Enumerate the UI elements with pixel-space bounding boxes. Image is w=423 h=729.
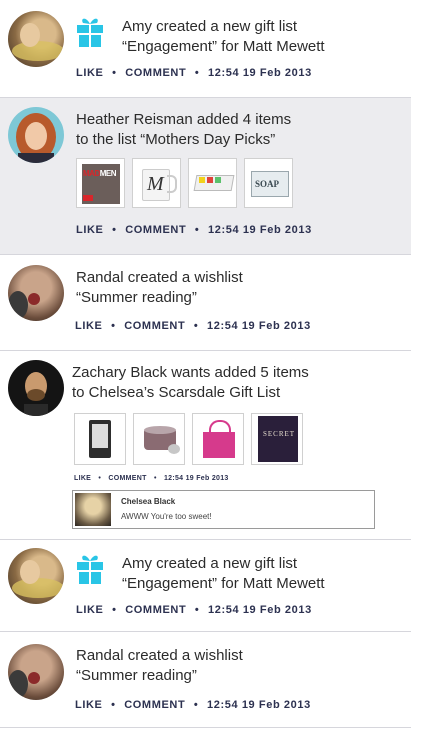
action-bar: LIKE • COMMENT • 12:54 19 Feb 2013 <box>75 699 311 711</box>
ereader-product[interactable] <box>74 413 126 465</box>
like-link[interactable]: LIKE <box>76 224 103 236</box>
avatar[interactable] <box>8 11 64 67</box>
avatar[interactable] <box>8 107 64 163</box>
avatar[interactable] <box>8 644 64 700</box>
like-link[interactable]: LIKE <box>74 475 91 482</box>
feed-item: Amy created a new gift list “Engagement”… <box>0 0 411 98</box>
pink-tote-product[interactable] <box>192 413 244 465</box>
action-bar: LIKE • COMMENT • 12:54 19 Feb 2013 <box>76 224 312 236</box>
comment-link[interactable]: COMMENT <box>124 699 185 711</box>
like-link[interactable]: LIKE <box>75 320 102 332</box>
mad-men-product[interactable]: MADMEN <box>76 158 125 208</box>
action-bar: LIKE • COMMENT • 12:54 19 Feb 2013 <box>75 320 311 332</box>
secret-book-product[interactable]: SECRET <box>251 413 303 465</box>
comment-link[interactable]: COMMENT <box>125 604 186 616</box>
feed-item: Amy created a new gift list “Engagement”… <box>0 540 411 632</box>
avatar[interactable] <box>8 548 64 604</box>
activity-text: Heather Reisman added 4 items to the lis… <box>76 111 292 148</box>
activity-text: Amy created a new gift list “Engagement”… <box>122 18 325 55</box>
like-link[interactable]: LIKE <box>75 699 102 711</box>
item-thumbnails: SECRET <box>74 413 303 465</box>
activity-text: Randal created a wishlist “Summer readin… <box>76 647 243 684</box>
item-thumbnails: MADMEN M SOAP <box>76 158 293 208</box>
comment-link[interactable]: COMMENT <box>125 67 186 79</box>
like-link[interactable]: LIKE <box>76 67 103 79</box>
timestamp: 12:54 19 Feb 2013 <box>163 475 229 482</box>
avatar[interactable] <box>8 360 64 416</box>
comment-link[interactable]: COMMENT <box>124 320 185 332</box>
timestamp: 12:54 19 Feb 2013 <box>208 604 312 616</box>
comment-card: Chelsea Black AWWW You're too sweet! <box>72 490 375 529</box>
feed-item: Zachary Black wants added 5 items to Che… <box>0 351 411 540</box>
like-link[interactable]: LIKE <box>76 604 103 616</box>
commenter-name[interactable]: Chelsea Black <box>121 497 175 506</box>
avatar[interactable] <box>8 265 64 321</box>
tray-product[interactable] <box>188 158 237 208</box>
activity-text: Randal created a wishlist “Summer readin… <box>76 269 243 306</box>
soap-product[interactable]: SOAP <box>244 158 293 208</box>
activity-text: Zachary Black wants added 5 items to Che… <box>72 364 309 401</box>
commenter-avatar[interactable] <box>75 493 111 526</box>
feed-item: Randal created a wishlist “Summer readin… <box>0 255 411 351</box>
candle-product[interactable] <box>133 413 185 465</box>
feed-item: Heather Reisman added 4 items to the lis… <box>0 98 411 255</box>
action-bar: LIKE • COMMENT • 12:54 19 Feb 2013 <box>76 604 312 616</box>
comment-text: AWWW You're too sweet! <box>121 512 212 521</box>
comment-link[interactable]: COMMENT <box>108 475 146 482</box>
comment-link[interactable]: COMMENT <box>125 224 186 236</box>
timestamp: 12:54 19 Feb 2013 <box>207 699 311 711</box>
timestamp: 12:54 19 Feb 2013 <box>208 67 312 79</box>
gift-icon <box>77 555 103 584</box>
timestamp: 12:54 19 Feb 2013 <box>207 320 311 332</box>
feed-item: Randal created a wishlist “Summer readin… <box>0 632 411 728</box>
timestamp: 12:54 19 Feb 2013 <box>208 224 312 236</box>
action-bar: LIKE • COMMENT • 12:54 19 Feb 2013 <box>76 67 312 79</box>
action-bar: LIKE • COMMENT • 12:54 19 Feb 2013 <box>74 475 229 482</box>
monogram-mug-product[interactable]: M <box>132 158 181 208</box>
gift-icon <box>77 18 103 47</box>
activity-text: Amy created a new gift list “Engagement”… <box>122 555 325 592</box>
